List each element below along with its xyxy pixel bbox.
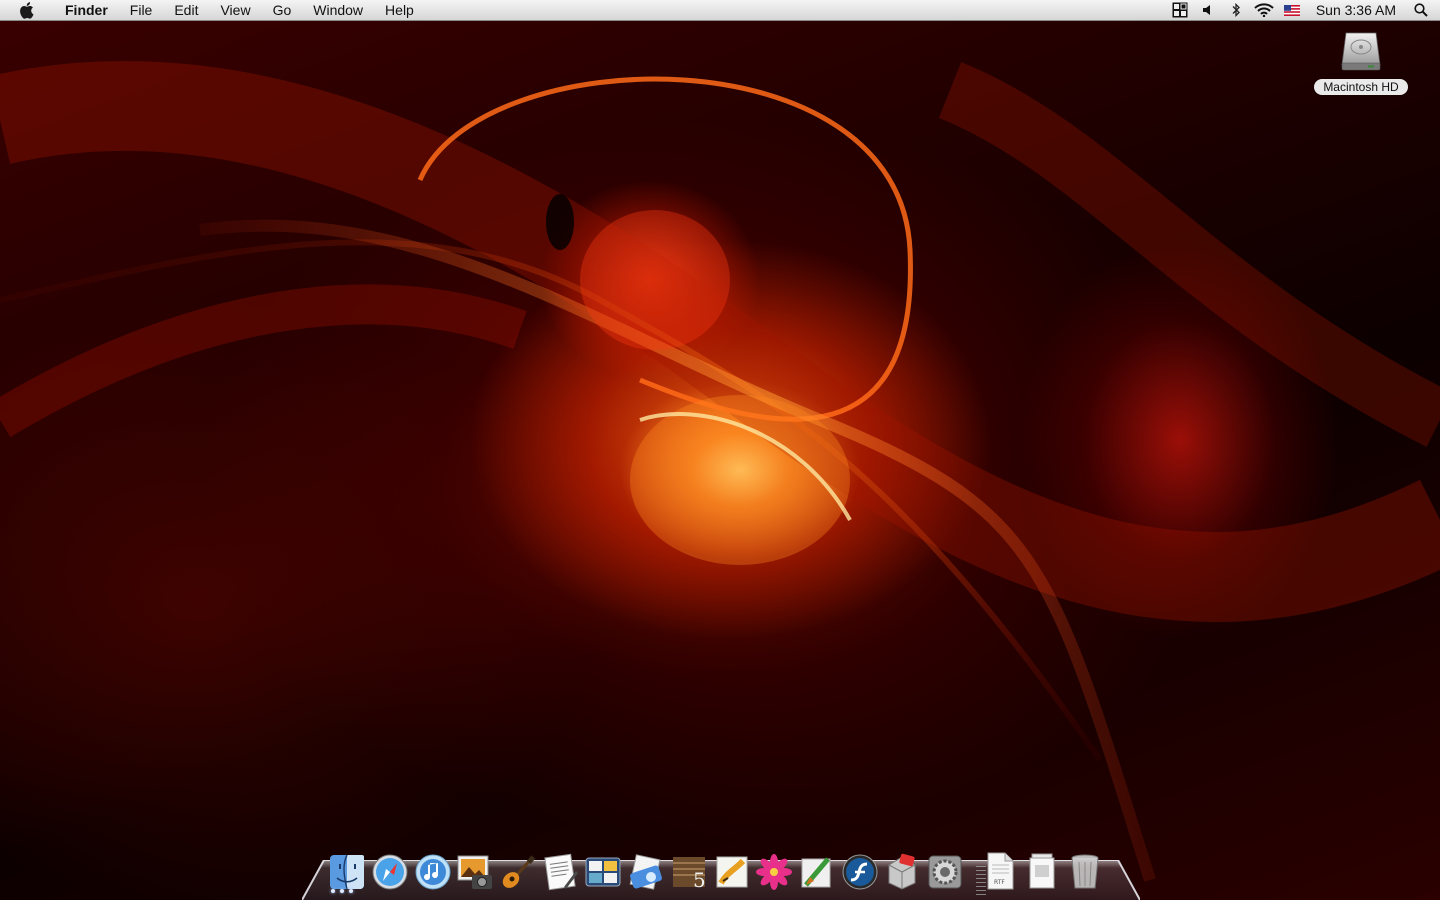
pink-flower-icon (756, 854, 793, 890)
menu-extras: Sun 3:36 AM (1166, 0, 1440, 21)
rtf-badge-text: RTF (994, 879, 1005, 886)
desktop-icon-macintosh-hd[interactable]: Macintosh HD (1308, 28, 1414, 95)
illustrator-icon (716, 856, 748, 888)
bluetooth-icon[interactable] (1222, 0, 1250, 21)
trash-icon (1071, 854, 1099, 889)
dock-brush-tool[interactable] (796, 847, 839, 891)
dashboard-icon (585, 857, 621, 887)
volume-icon[interactable] (1194, 0, 1222, 21)
menu-help[interactable]: Help (374, 0, 425, 21)
wallpaper-swirls (0, 60, 1440, 882)
menu-edit[interactable]: Edit (163, 0, 209, 21)
dock-trash[interactable] (1064, 847, 1107, 891)
flash-icon (842, 854, 878, 890)
apple-logo-icon[interactable] (18, 1, 36, 19)
dock-documents-stack[interactable] (1021, 847, 1064, 891)
dock-preview[interactable] (625, 847, 668, 891)
dock-safari[interactable] (369, 847, 412, 891)
system-preferences-icon (928, 855, 962, 889)
adobe-cs5-icon: 5 (672, 857, 706, 891)
dock-iphoto[interactable] (454, 847, 497, 891)
us-flag-input-icon[interactable] (1278, 0, 1306, 21)
document-stack-icon (1029, 853, 1055, 889)
menu-app-finder[interactable]: Finder (54, 0, 119, 21)
hard-drive-icon (1341, 32, 1381, 71)
textedit-icon (544, 853, 578, 891)
menu-bar: Finder File Edit View Go Window Help Sun… (0, 0, 1440, 21)
menu-go[interactable]: Go (262, 0, 303, 21)
dock-flower-app[interactable] (753, 847, 796, 891)
desktop-icon-label: Macintosh HD (1314, 79, 1408, 95)
spaces-icon[interactable] (1166, 0, 1194, 21)
desktop-wallpaper (0, 0, 1440, 900)
svg-text:5: 5 (693, 868, 706, 891)
dock-adobe-cs5[interactable]: 5 (668, 847, 711, 891)
menu-clock[interactable]: Sun 3:36 AM (1306, 0, 1408, 21)
iphoto-icon (457, 855, 493, 889)
dock-illustrator[interactable] (710, 847, 753, 891)
wifi-icon[interactable] (1250, 0, 1278, 21)
dock-itunes[interactable] (411, 847, 454, 891)
dock-garageband[interactable] (497, 847, 540, 891)
dock-textedit[interactable] (539, 847, 582, 891)
rtf-document-icon: RTF (987, 852, 1014, 890)
brush-tool-icon (801, 857, 831, 888)
garageband-guitar-icon (502, 855, 536, 888)
finder-running-indicator (331, 889, 353, 893)
installer-icon (888, 853, 916, 890)
finder-icon (330, 854, 365, 890)
spotlight-search-icon[interactable] (1408, 0, 1434, 21)
menu-file[interactable]: File (119, 0, 164, 21)
dock-system-preferences[interactable] (924, 847, 967, 891)
dock-dashboard[interactable] (582, 847, 625, 891)
menu-view[interactable]: View (209, 0, 261, 21)
itunes-icon (415, 854, 451, 890)
dock-finder[interactable] (326, 847, 369, 891)
dock: 5 RTF (326, 843, 1106, 891)
menu-window[interactable]: Window (302, 0, 374, 21)
dock-flash[interactable] (838, 847, 881, 891)
preview-icon (629, 854, 663, 890)
dock-divider (976, 866, 986, 896)
safari-compass-icon (372, 854, 408, 890)
dock-installer[interactable] (881, 847, 924, 891)
